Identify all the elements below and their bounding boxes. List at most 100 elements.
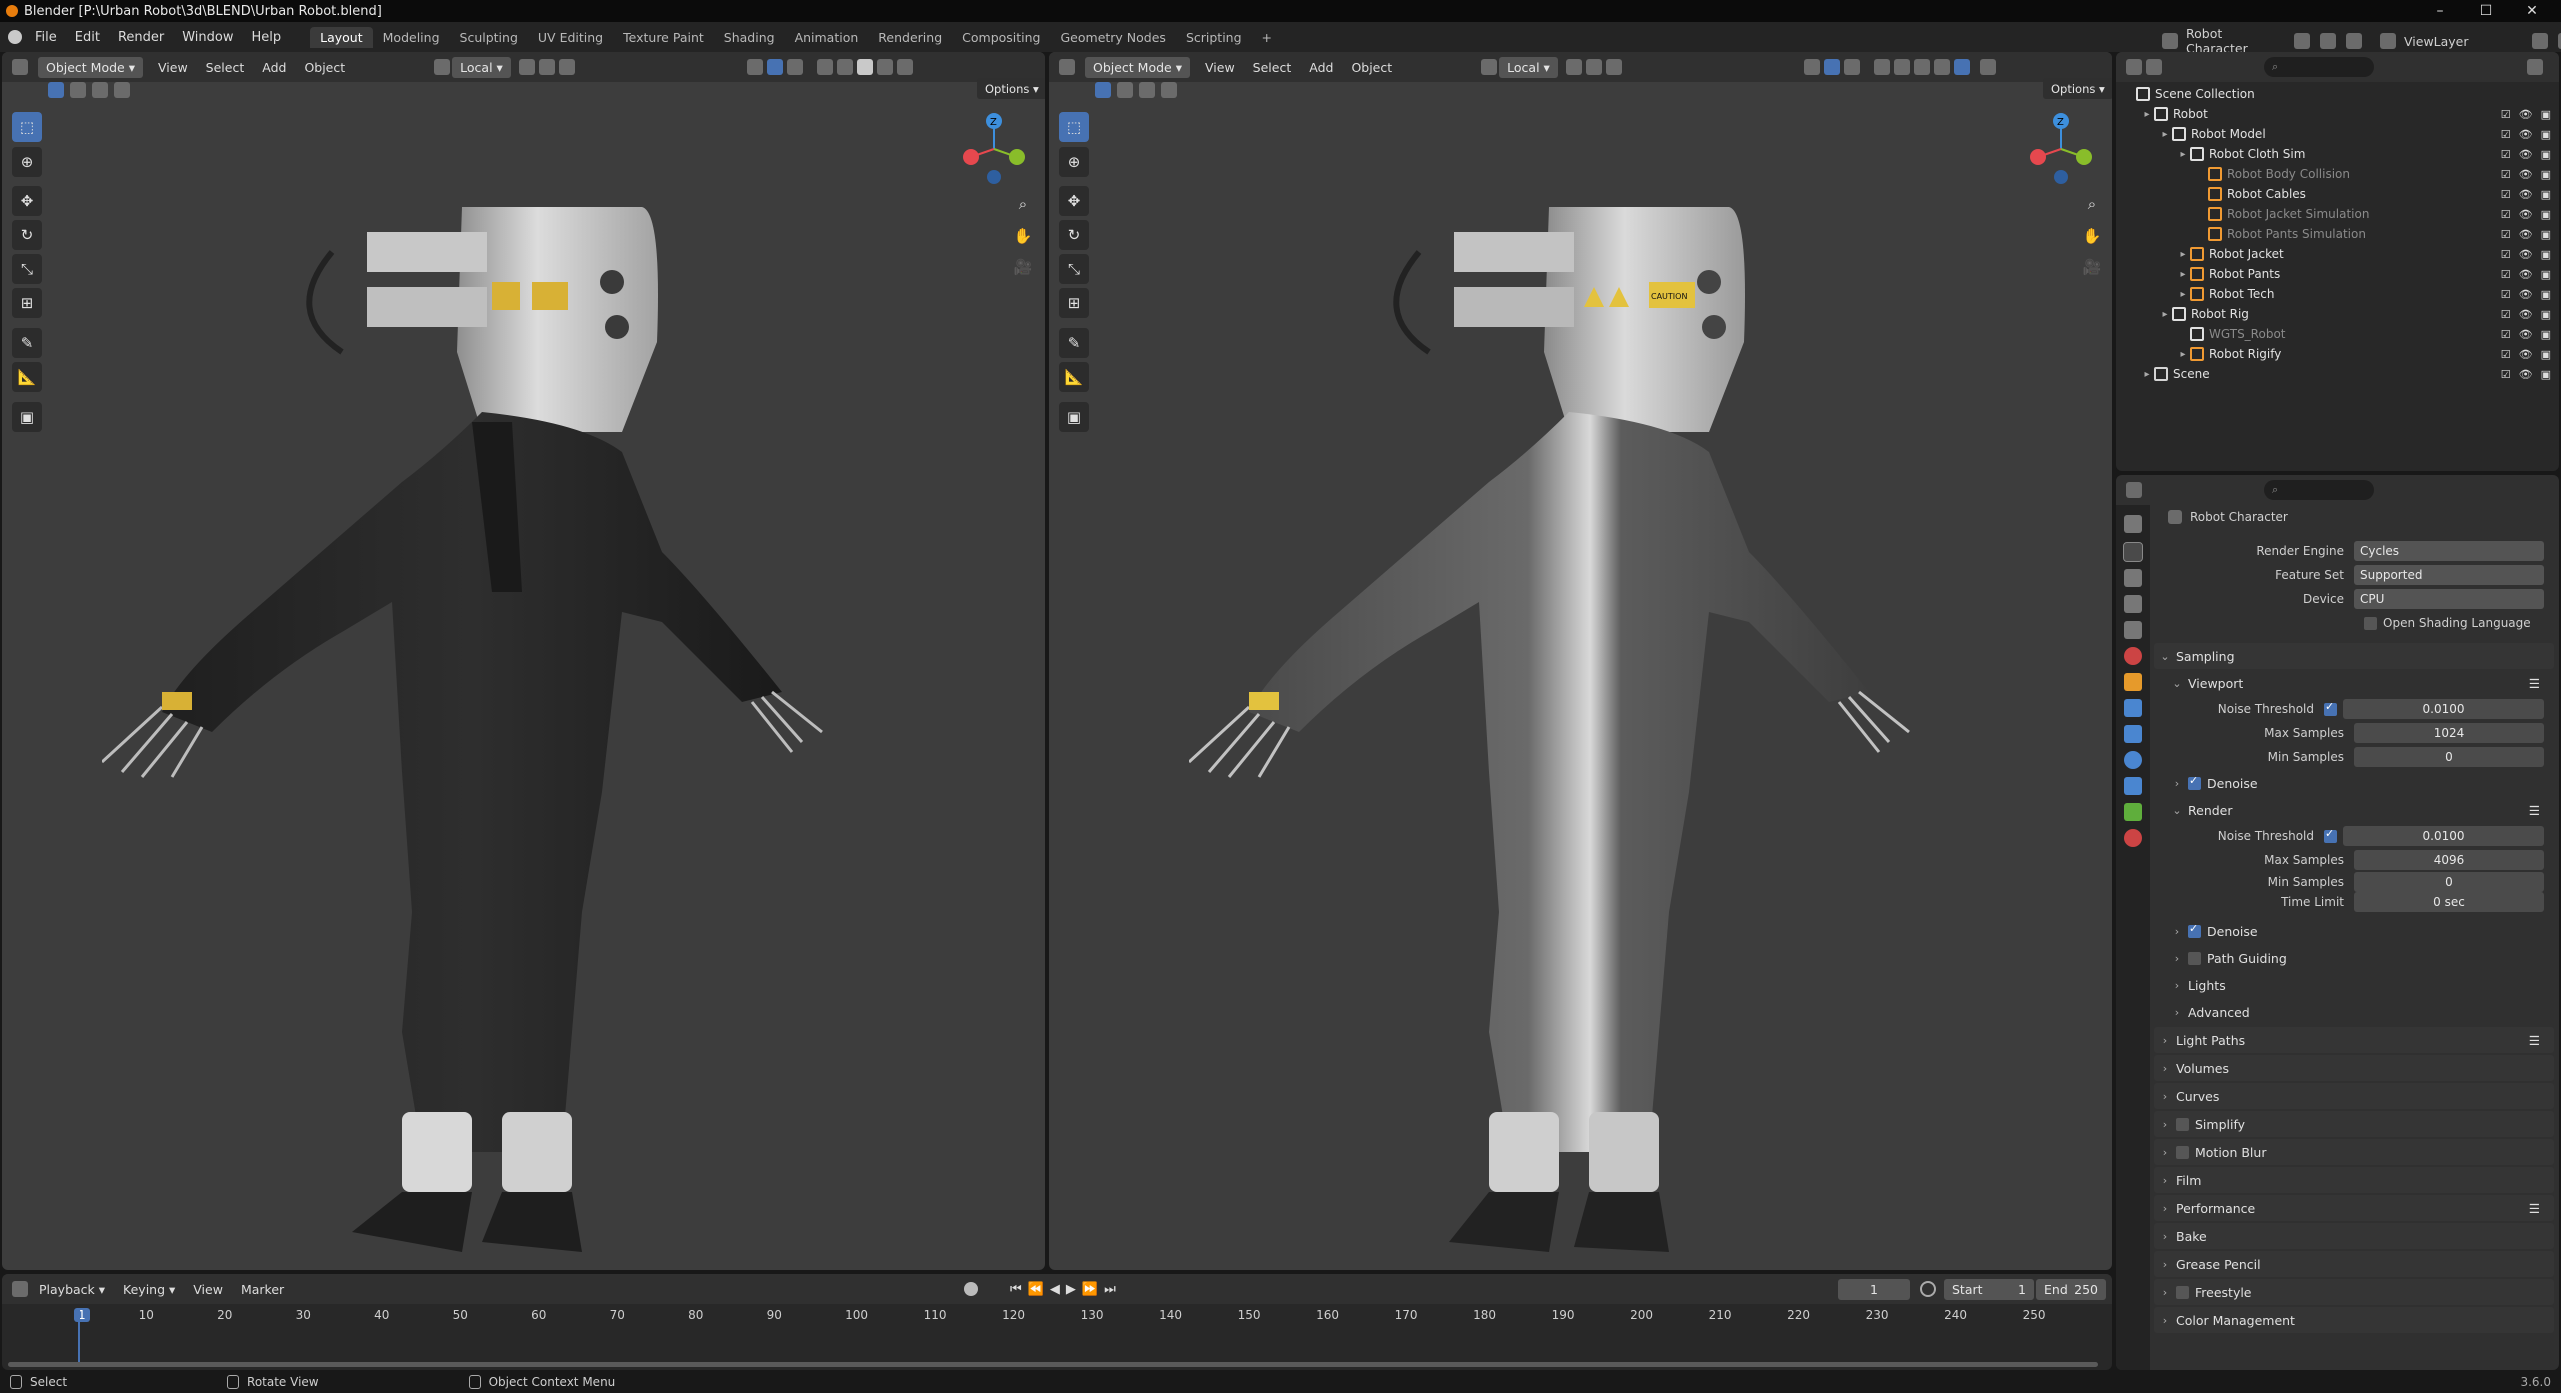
rotate-tool[interactable]: ↻ [12, 220, 42, 250]
shading-material-icon[interactable] [1933, 59, 1950, 75]
panel-enable-checkbox[interactable] [2176, 1117, 2189, 1131]
panel-light-paths[interactable]: › Light Paths ☰ [2154, 1027, 2554, 1053]
vp-noise-threshold-field[interactable]: 0.0100 [2343, 699, 2544, 719]
shading-rendered-icon[interactable] [896, 59, 913, 75]
tab-compositing[interactable]: Compositing [952, 27, 1050, 48]
scale-tool[interactable]: ⤡ [12, 254, 42, 284]
eye-icon[interactable]: 👁 [2519, 128, 2533, 141]
eye-icon[interactable]: 👁 [2519, 108, 2533, 121]
outliner-row[interactable]: ▸ Robot Jacket ☑ 👁 ▣ [2116, 244, 2559, 264]
checkbox-icon[interactable]: ☑ [2501, 168, 2511, 181]
transform-tool[interactable]: ⊞ [12, 288, 42, 318]
minimize-button[interactable]: – [2417, 0, 2463, 22]
editor-type-icon[interactable] [12, 1281, 28, 1297]
annotate-tool[interactable]: ✎ [12, 328, 42, 358]
close-button[interactable]: ✕ [2509, 0, 2555, 22]
tab-uv-editing[interactable]: UV Editing [528, 27, 613, 48]
eye-icon[interactable]: 👁 [2519, 188, 2533, 201]
panel-enable-checkbox[interactable] [2176, 1145, 2189, 1159]
select-box-tool[interactable]: ⬚ [1059, 112, 1089, 142]
pan-hand-icon[interactable]: ✋ [2080, 224, 2104, 248]
camera-view-icon[interactable]: 🎥 [2080, 255, 2104, 279]
menu-select[interactable]: Select [197, 60, 254, 75]
zoom-icon[interactable]: ⌕ [1011, 192, 1035, 216]
delete-scene-icon[interactable] [2346, 33, 2362, 49]
add-cube-tool[interactable]: ▣ [12, 402, 42, 432]
pan-hand-icon[interactable]: ✋ [1011, 224, 1035, 248]
checkbox-icon[interactable]: ☑ [2501, 188, 2511, 201]
panel-motion-blur[interactable]: › Motion Blur [2154, 1139, 2554, 1165]
pause-render-icon[interactable] [1979, 59, 1996, 75]
checkbox-icon[interactable]: ☑ [2501, 308, 2511, 321]
shading-wireframe-icon[interactable] [836, 59, 853, 75]
osl-checkbox[interactable] [2364, 616, 2377, 630]
blender-menu-icon[interactable] [8, 30, 22, 44]
view-layer-name[interactable]: ViewLayer [2404, 34, 2524, 49]
overlay-toggle-icon[interactable] [786, 59, 803, 75]
gizmo-toggle-icon[interactable] [766, 59, 783, 75]
start-frame-field[interactable]: Start 1 [1944, 1278, 2034, 1300]
menu-file[interactable]: File [26, 30, 66, 45]
r-min-samples-field[interactable]: 0 [2354, 872, 2544, 892]
visibility-toggles[interactable]: ☑ 👁 ▣ [2501, 348, 2551, 361]
tab-animation[interactable]: Animation [785, 27, 869, 48]
viewport-left[interactable]: Object Mode ▾ View Select Add Object Loc… [2, 52, 1045, 1270]
expand-arrow-icon[interactable]: ▸ [2176, 149, 2190, 160]
transform-orientation-dropdown[interactable]: Local ▾ [1499, 56, 1558, 78]
cursor-tool[interactable]: ⊕ [12, 147, 42, 177]
expand-arrow-icon[interactable]: ▸ [2176, 289, 2190, 300]
xray-icon[interactable] [816, 59, 833, 75]
visibility-toggles[interactable]: ☑ 👁 ▣ [2501, 128, 2551, 141]
menu-select[interactable]: Select [1244, 60, 1301, 75]
navigation-gizmo[interactable]: Z [2024, 107, 2104, 187]
object-mode-dropdown[interactable]: Object Mode ▾ [1085, 56, 1190, 78]
checkbox-icon[interactable]: ☑ [2501, 228, 2511, 241]
expand-arrow-icon[interactable]: ▸ [2140, 109, 2154, 120]
cursor-tool[interactable]: ⊕ [1059, 147, 1089, 177]
outliner-row[interactable]: ▸ Robot Rigify ☑ 👁 ▣ [2116, 344, 2559, 364]
shading-solid-icon[interactable] [1913, 59, 1930, 75]
menu-add[interactable]: Add [1300, 60, 1342, 75]
checkbox-icon[interactable]: ☑ [2501, 348, 2511, 361]
camera-icon[interactable]: ▣ [2541, 308, 2551, 321]
camera-icon[interactable]: ▣ [2541, 268, 2551, 281]
camera-icon[interactable]: ▣ [2541, 188, 2551, 201]
outliner-row[interactable]: ▸ Robot Tech ☑ 👁 ▣ [2116, 284, 2559, 304]
menu-view[interactable]: View [1196, 60, 1244, 75]
proportional-edit-icon[interactable] [1605, 59, 1622, 75]
eye-icon[interactable]: 👁 [2519, 368, 2533, 381]
menu-playback[interactable]: Playback ▾ [30, 1282, 114, 1297]
visibility-toggles[interactable]: ☑ 👁 ▣ [2501, 168, 2551, 181]
filter-icon[interactable] [2527, 59, 2543, 75]
advanced-panel[interactable]: › Advanced [2154, 999, 2554, 1025]
path-guiding-panel[interactable]: › Path Guiding [2154, 945, 2554, 971]
constraints-tab-icon[interactable] [2124, 777, 2142, 795]
camera-icon[interactable]: ▣ [2541, 168, 2551, 181]
outliner-row[interactable]: ▸ Robot Pants ☑ 👁 ▣ [2116, 264, 2559, 284]
vp-denoise-checkbox[interactable] [2188, 774, 2201, 790]
lights-panel[interactable]: › Lights [2154, 972, 2554, 998]
visibility-toggles[interactable]: ☑ 👁 ▣ [2501, 228, 2551, 241]
options-dropdown[interactable]: Options ▾ [977, 78, 1045, 99]
camera-icon[interactable]: ▣ [2541, 328, 2551, 341]
select-extend-icon[interactable] [70, 82, 86, 98]
menu-object[interactable]: Object [1342, 60, 1401, 75]
new-scene-icon[interactable] [2320, 33, 2336, 49]
checkbox-icon[interactable]: ☑ [2501, 328, 2511, 341]
outliner-row[interactable]: Robot Pants Simulation ☑ 👁 ▣ [2116, 224, 2559, 244]
visibility-toggles[interactable]: ☑ 👁 ▣ [2501, 368, 2551, 381]
transform-tool[interactable]: ⊞ [1059, 288, 1089, 318]
eye-icon[interactable]: 👁 [2519, 228, 2533, 241]
transform-orientation-dropdown[interactable]: Local ▾ [452, 56, 511, 78]
annotate-tool[interactable]: ✎ [1059, 328, 1089, 358]
outliner-row[interactable]: ▸ Robot Model ☑ 👁 ▣ [2116, 124, 2559, 144]
move-tool[interactable]: ✥ [1059, 186, 1089, 216]
select-subtract-icon[interactable] [1139, 82, 1155, 98]
navigation-gizmo[interactable]: Z [957, 107, 1037, 187]
material-tab-icon[interactable] [2124, 829, 2142, 847]
eye-icon[interactable]: 👁 [2519, 288, 2533, 301]
camera-view-icon[interactable]: 🎥 [1011, 255, 1035, 279]
checkbox-icon[interactable]: ☑ [2501, 288, 2511, 301]
visibility-toggles[interactable]: ☑ 👁 ▣ [2501, 148, 2551, 161]
menu-view[interactable]: View [149, 60, 197, 75]
